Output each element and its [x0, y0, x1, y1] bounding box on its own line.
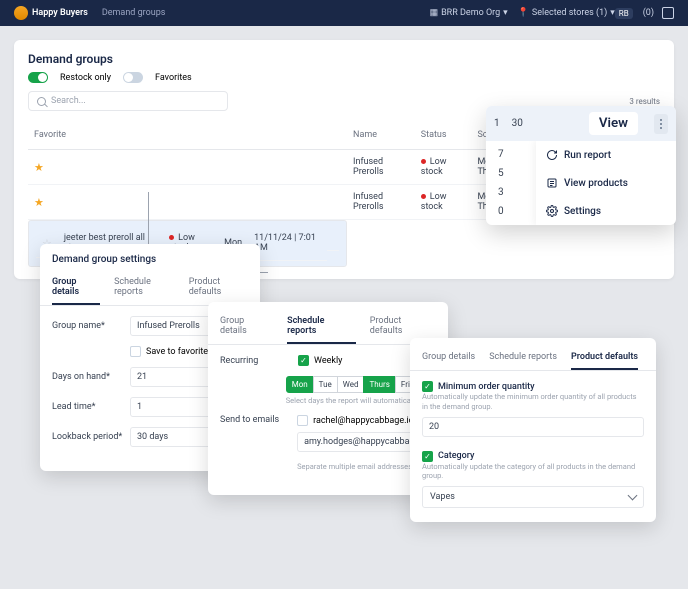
run-report[interactable]: Run report — [536, 141, 676, 169]
moq-input[interactable]: 20 — [422, 417, 644, 437]
category-check[interactable]: ✓Category — [422, 451, 644, 462]
refresh-icon — [546, 149, 558, 161]
search-input[interactable]: Search... — [28, 91, 228, 111]
weekly-check[interactable]: ✓Weekly — [298, 355, 342, 366]
top-bar: Happy Buyers Demand groups ▦ BRR Demo Or… — [0, 0, 688, 26]
kebab-icon[interactable] — [654, 114, 668, 134]
day-mon[interactable]: Mon — [286, 376, 314, 393]
settings[interactable]: Settings — [536, 197, 676, 225]
star-icon[interactable]: ★ — [34, 161, 44, 174]
org-selector[interactable]: ▦ BRR Demo Org ▾ — [430, 8, 508, 18]
tab-schedule[interactable]: Schedule reports — [489, 346, 557, 370]
day-tue[interactable]: Tue — [313, 376, 338, 393]
page-title: Demand groups — [28, 52, 660, 66]
tab-defaults[interactable]: Product defaults — [189, 271, 248, 305]
row-popover: 1 30 View 7530 Run report View products … — [486, 106, 676, 225]
logo-icon — [14, 6, 28, 20]
tab-schedule[interactable]: Schedule reports — [114, 271, 175, 305]
day-wed[interactable]: Wed — [337, 376, 365, 393]
moq-check[interactable]: ✓Minimum order quantity — [422, 381, 644, 392]
view-products[interactable]: View products — [536, 169, 676, 197]
result-count: 3 results — [629, 97, 660, 106]
brand[interactable]: Happy Buyers — [14, 6, 88, 20]
gear-icon — [546, 205, 558, 217]
chevron-down-icon — [628, 491, 638, 501]
restock-toggle[interactable] — [28, 72, 48, 83]
search-icon — [37, 97, 46, 106]
tab-details[interactable]: Group details — [220, 310, 273, 344]
store-selector[interactable]: 📍 Selected stores (1) ▾ — [518, 8, 615, 18]
cart-icon[interactable] — [662, 7, 674, 19]
day-thu[interactable]: Thurs — [363, 376, 395, 393]
list-icon — [546, 177, 558, 189]
status-dot — [169, 235, 174, 240]
favorites-toggle[interactable] — [123, 72, 143, 83]
settings-panel-defaults: Group details Schedule reports Product d… — [410, 338, 656, 522]
tab-defaults[interactable]: Product defaults — [571, 346, 638, 370]
view-button[interactable]: View — [589, 112, 638, 135]
user-badge[interactable]: RB — [615, 8, 633, 19]
tab-details[interactable]: Group details — [52, 271, 100, 305]
star-icon[interactable]: ★ — [34, 196, 44, 209]
breadcrumb[interactable]: Demand groups — [102, 8, 166, 18]
popover-side: 7530 — [486, 141, 530, 225]
status-dot — [421, 159, 426, 164]
cart-count: (0) — [643, 8, 654, 18]
save-favorites-check[interactable]: Save to favorites — [130, 346, 213, 357]
tab-schedule[interactable]: Schedule reports — [287, 310, 356, 344]
action-menu: Run report View products Settings — [536, 141, 676, 225]
tab-details[interactable]: Group details — [422, 346, 475, 370]
category-select[interactable]: Vapes — [422, 486, 644, 508]
status-dot — [421, 194, 426, 199]
